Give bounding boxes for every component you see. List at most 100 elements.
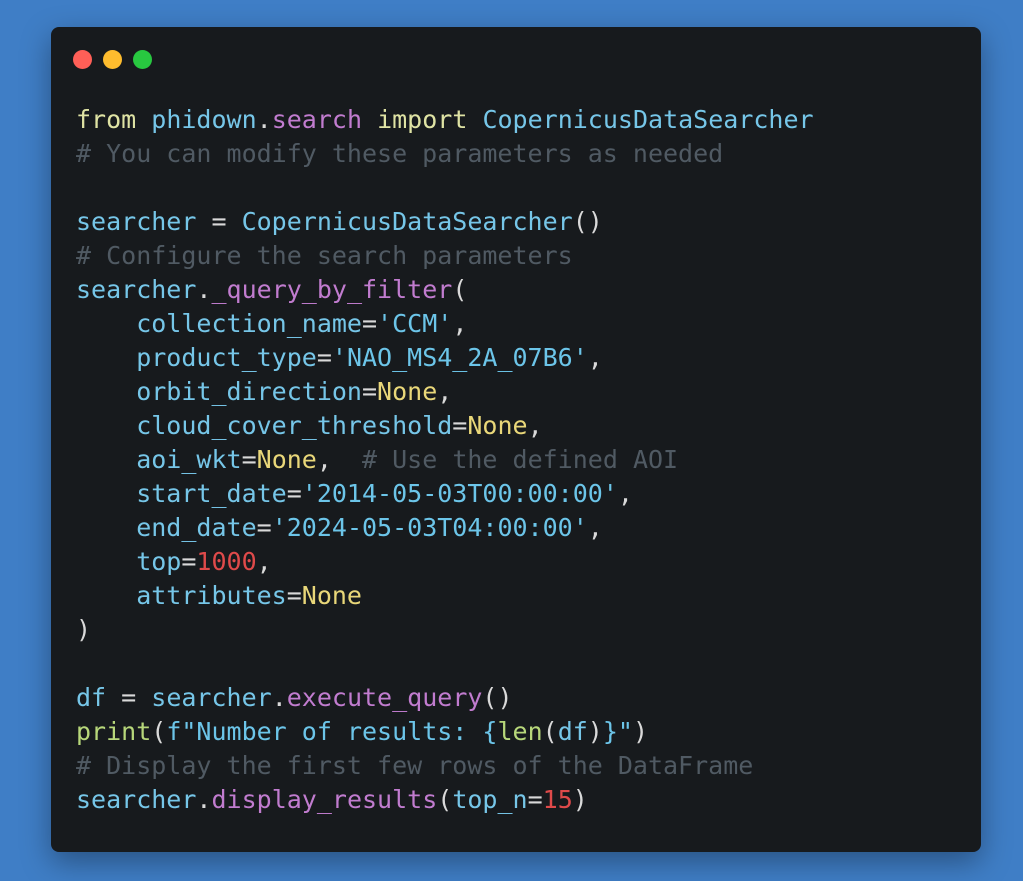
code-token-function: _query_by_filter xyxy=(211,275,453,304)
code-line: from phidown.search import CopernicusDat… xyxy=(76,103,961,137)
code-token-constant: None xyxy=(467,411,528,440)
code-line: aoi_wkt=None, # Use the defined AOI xyxy=(76,443,961,477)
code-line: collection_name='CCM', xyxy=(76,307,961,341)
code-token-string: f"Number of results: { xyxy=(166,717,498,746)
code-token-punctuation xyxy=(136,105,151,134)
code-token-punctuation xyxy=(362,105,377,134)
code-line: orbit_direction=None, xyxy=(76,375,961,409)
window-controls xyxy=(73,50,152,69)
code-token-punctuation: ( xyxy=(437,785,453,814)
code-token-punctuation: ) xyxy=(587,717,603,746)
code-token-identifier: product_type xyxy=(76,343,317,372)
code-token-identifier: top xyxy=(76,547,182,576)
code-token-comment: # Use the defined AOI xyxy=(362,445,679,474)
code-token-identifier: end_date xyxy=(76,513,257,542)
code-token-identifier: attributes xyxy=(76,581,287,610)
code-token-punctuation: ) xyxy=(76,615,92,644)
code-token-punctuation: () xyxy=(572,207,603,236)
minimize-button[interactable] xyxy=(103,50,122,69)
code-token-string: '2014-05-03T00:00:00' xyxy=(301,479,618,508)
code-token-punctuation: , xyxy=(587,513,603,542)
code-token-identifier: phidown xyxy=(151,105,257,134)
code-token-constant: None xyxy=(301,581,362,610)
code-token-punctuation: () xyxy=(482,683,513,712)
code-token-number: 1000 xyxy=(196,547,257,576)
code-token-identifier: cloud_cover_threshold xyxy=(76,411,453,440)
code-token-punctuation: = xyxy=(361,309,378,338)
code-line: cloud_cover_threshold=None, xyxy=(76,409,961,443)
code-token-punctuation: = xyxy=(361,377,378,406)
code-token-identifier: searcher xyxy=(151,683,272,712)
code-token-builtin: print xyxy=(76,717,152,746)
code-token-punctuation: . xyxy=(256,105,272,134)
code-token-punctuation: = xyxy=(181,547,197,576)
code-token-number: 15 xyxy=(542,785,573,814)
code-token-comment: # You can modify these parameters as nee… xyxy=(76,139,724,168)
code-line: # Configure the search parameters xyxy=(76,239,961,273)
code-token-punctuation: , xyxy=(437,377,453,406)
code-token-punctuation: = xyxy=(241,445,257,474)
code-token-string: }" xyxy=(602,717,633,746)
code-token-keyword: import xyxy=(377,105,468,134)
code-token-punctuation: ) xyxy=(572,785,588,814)
code-line: # Display the first few rows of the Data… xyxy=(76,749,961,783)
code-line: print(f"Number of results: {len(df)}") xyxy=(76,715,961,749)
code-token-identifier: searcher xyxy=(76,275,197,304)
code-token-keyword: from xyxy=(76,105,137,134)
code-line: ) xyxy=(76,613,961,647)
code-line: end_date='2024-05-03T04:00:00', xyxy=(76,511,961,545)
code-line: df = searcher.execute_query() xyxy=(76,681,961,715)
code-token-identifier: aoi_wkt xyxy=(76,445,242,474)
code-token-string: 'CCM' xyxy=(377,309,453,338)
code-token-identifier: searcher xyxy=(76,785,197,814)
code-token-identifier: df xyxy=(557,717,588,746)
code-block: from phidown.search import CopernicusDat… xyxy=(76,103,961,832)
code-token-constant: None xyxy=(256,445,317,474)
code-line: top=1000, xyxy=(76,545,961,579)
code-token-punctuation: = xyxy=(316,343,332,372)
close-button[interactable] xyxy=(73,50,92,69)
code-token-punctuation: = xyxy=(256,513,272,542)
code-token-identifier: orbit_direction xyxy=(76,377,362,406)
code-token-builtin: len xyxy=(497,717,543,746)
code-token-punctuation: , xyxy=(452,309,468,338)
code-token-punctuation: ( xyxy=(151,717,167,746)
code-token-punctuation: = xyxy=(286,479,302,508)
code-token-punctuation: = xyxy=(527,785,543,814)
code-token-string: '2024-05-03T04:00:00' xyxy=(271,513,588,542)
code-token-punctuation: , xyxy=(527,411,543,440)
code-token-identifier: searcher xyxy=(76,207,197,236)
code-token-punctuation: . xyxy=(196,275,212,304)
code-token-punctuation: . xyxy=(271,683,287,712)
code-token-punctuation: , xyxy=(587,343,603,372)
code-token-punctuation: . xyxy=(196,785,212,814)
code-window: from phidown.search import CopernicusDat… xyxy=(51,27,981,852)
code-line: start_date='2014-05-03T00:00:00', xyxy=(76,477,961,511)
code-token-identifier: start_date xyxy=(76,479,287,508)
code-token-identifier: CopernicusDataSearcher xyxy=(241,207,573,236)
code-line: searcher = CopernicusDataSearcher() xyxy=(76,205,961,239)
code-token-string: 'NAO_MS4_2A_07B6' xyxy=(331,343,588,372)
code-token-punctuation: ( xyxy=(452,275,468,304)
code-line: attributes=None xyxy=(76,579,961,613)
code-token-punctuation: , xyxy=(316,445,363,474)
code-line: searcher._query_by_filter( xyxy=(76,273,961,307)
code-token-punctuation: , xyxy=(617,479,633,508)
code-token-identifier: CopernicusDataSearcher xyxy=(482,105,814,134)
code-token-punctuation: ( xyxy=(542,717,558,746)
code-line: product_type='NAO_MS4_2A_07B6', xyxy=(76,341,961,375)
code-token-comment: # Display the first few rows of the Data… xyxy=(76,751,754,780)
code-token-function: search xyxy=(271,105,363,134)
code-token-comment: # Configure the search parameters xyxy=(76,241,573,270)
code-token-punctuation: , xyxy=(256,547,272,576)
code-token-punctuation: = xyxy=(286,581,302,610)
code-line: searcher.display_results(top_n=15) xyxy=(76,783,961,817)
code-token-function: execute_query xyxy=(286,683,483,712)
code-token-identifier: df xyxy=(76,683,107,712)
code-token-punctuation: = xyxy=(106,683,152,712)
code-token-punctuation: = xyxy=(196,207,242,236)
zoom-button[interactable] xyxy=(133,50,152,69)
code-token-punctuation: ) xyxy=(632,717,649,746)
